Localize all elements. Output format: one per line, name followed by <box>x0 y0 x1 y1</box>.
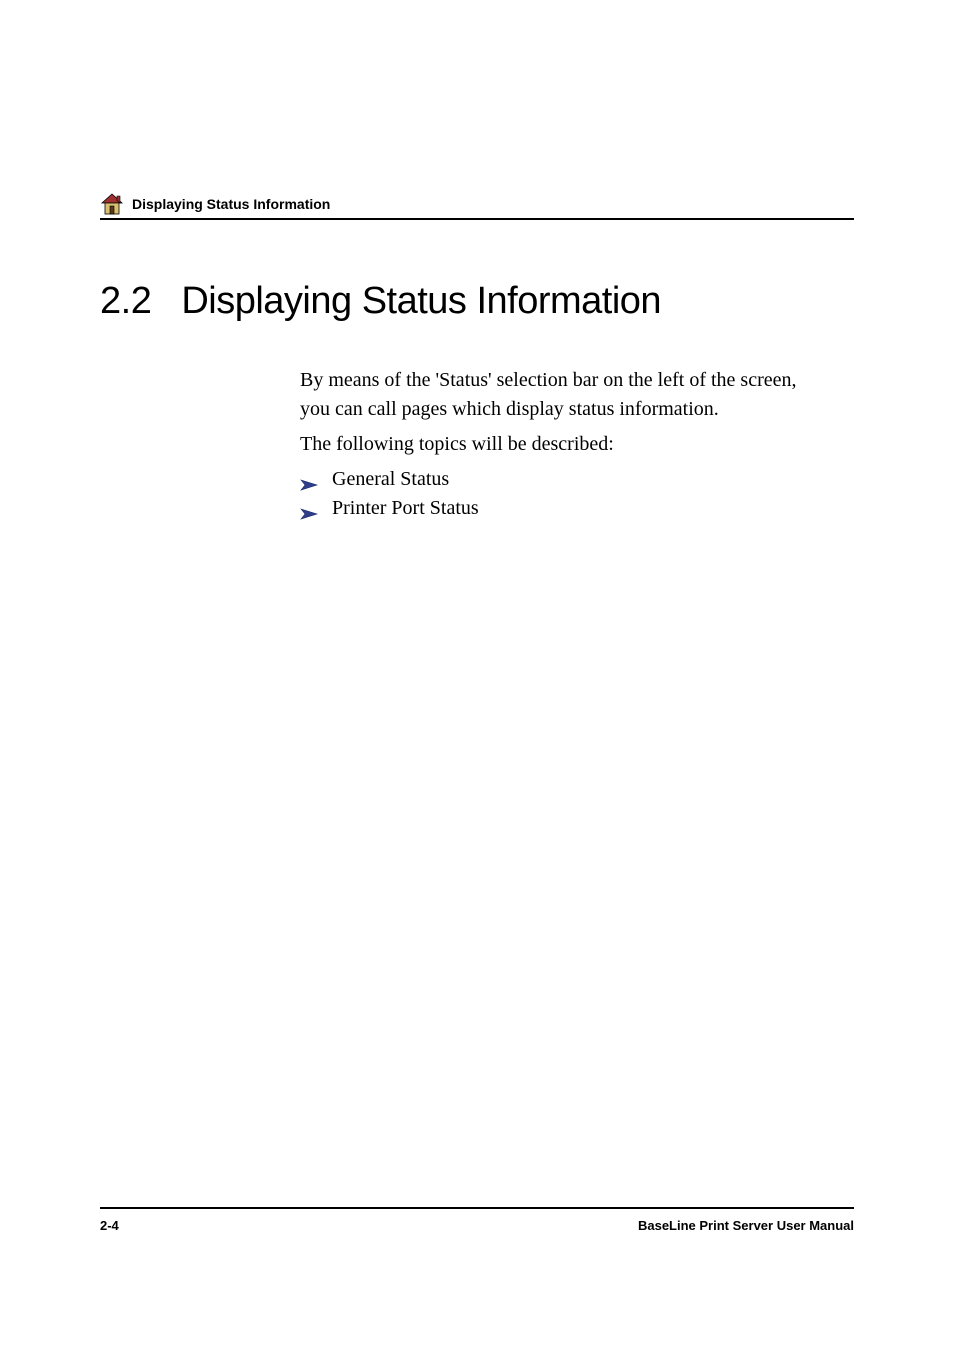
footer-rule <box>100 1207 854 1209</box>
section-number: 2.2 <box>100 280 151 323</box>
topics-list: General Status Printer Port Status <box>300 462 824 520</box>
list-item-label: Printer Port Status <box>332 497 479 520</box>
paragraph-topics-lead: The following topics will be described: <box>300 430 824 459</box>
page-number: 2-4 <box>100 1218 119 1233</box>
section-heading: 2.2 Displaying Status Information <box>100 280 661 323</box>
paragraph-intro: By means of the 'Status' selection bar o… <box>300 366 824 424</box>
page: Displaying Status Information 2.2 Display… <box>0 0 954 1351</box>
list-item: General Status <box>300 468 824 491</box>
running-header-title: Displaying Status Information <box>132 196 330 212</box>
arrow-right-icon <box>300 503 318 515</box>
home-icon <box>100 192 124 216</box>
arrow-right-icon <box>300 474 318 486</box>
manual-title: BaseLine Print Server User Manual <box>638 1218 854 1233</box>
header-rule <box>100 218 854 220</box>
list-item: Printer Port Status <box>300 497 824 520</box>
list-item-label: General Status <box>332 468 449 491</box>
section-title: Displaying Status Information <box>181 280 661 322</box>
